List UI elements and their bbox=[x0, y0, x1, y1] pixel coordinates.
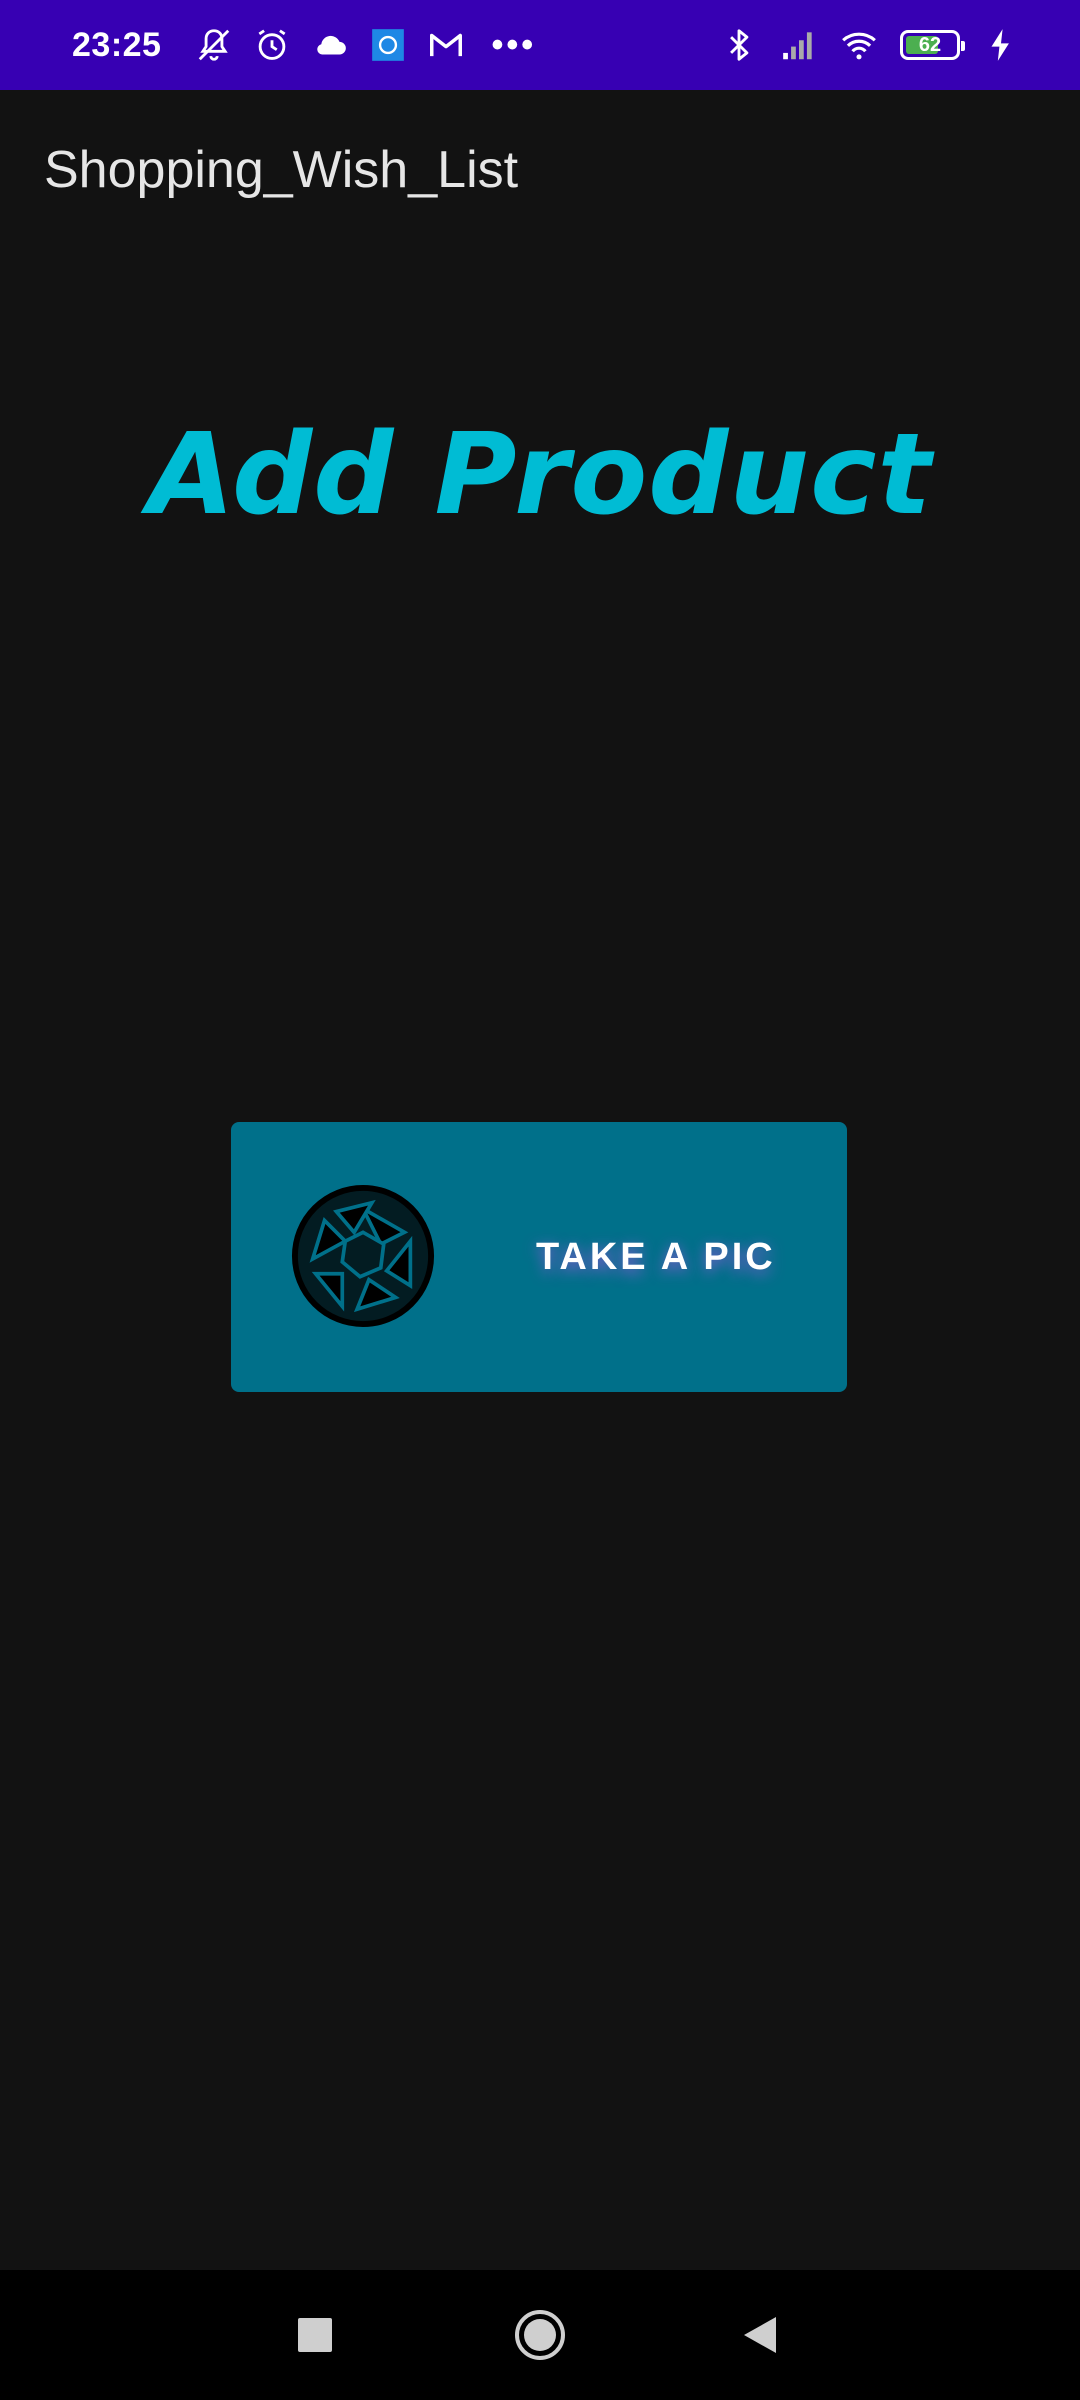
app-badge-icon bbox=[369, 26, 407, 64]
back-icon bbox=[744, 2317, 776, 2353]
status-left: 23:25 ••• bbox=[72, 26, 536, 65]
back-button[interactable] bbox=[700, 2270, 820, 2400]
charging-icon bbox=[982, 26, 1020, 64]
cloud-icon bbox=[311, 26, 349, 64]
home-button[interactable] bbox=[480, 2270, 600, 2400]
status-time: 23:25 bbox=[72, 25, 162, 64]
status-right: 62 bbox=[720, 26, 1020, 64]
recent-apps-button[interactable] bbox=[255, 2270, 375, 2400]
take-pic-label: TAKE A PIC bbox=[536, 1235, 776, 1278]
status-bar: 23:25 ••• 62 bbox=[0, 0, 1080, 90]
recent-apps-icon bbox=[298, 2318, 332, 2352]
app-title: Shopping_Wish_List bbox=[44, 141, 519, 199]
take-pic-button[interactable]: TAKE A PIC bbox=[231, 1122, 847, 1392]
gmail-icon bbox=[427, 26, 465, 64]
home-icon bbox=[515, 2310, 565, 2360]
battery-icon: 62 bbox=[900, 30, 965, 60]
camera-shutter-icon bbox=[291, 1184, 435, 1328]
alarm-icon bbox=[253, 26, 291, 64]
wifi-icon bbox=[840, 26, 878, 64]
bluetooth-icon bbox=[720, 26, 758, 64]
muted-bell-icon bbox=[195, 26, 233, 64]
page-heading: Add Product bbox=[147, 410, 933, 540]
more-dots-icon: ••• bbox=[491, 26, 537, 64]
app-bar: Shopping_Wish_List bbox=[0, 90, 1080, 250]
signal-icon bbox=[780, 26, 818, 64]
battery-level: 62 bbox=[918, 33, 942, 56]
nav-bar bbox=[0, 2270, 1080, 2400]
